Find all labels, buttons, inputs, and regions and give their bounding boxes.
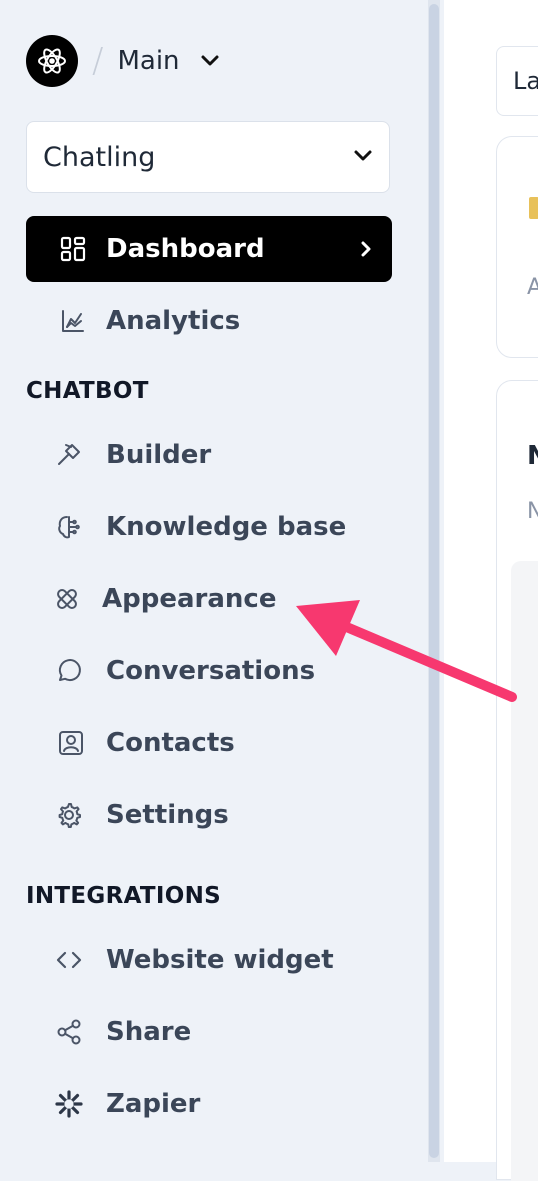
annotation-arrow <box>296 600 517 702</box>
arrow-shaft <box>325 615 517 702</box>
